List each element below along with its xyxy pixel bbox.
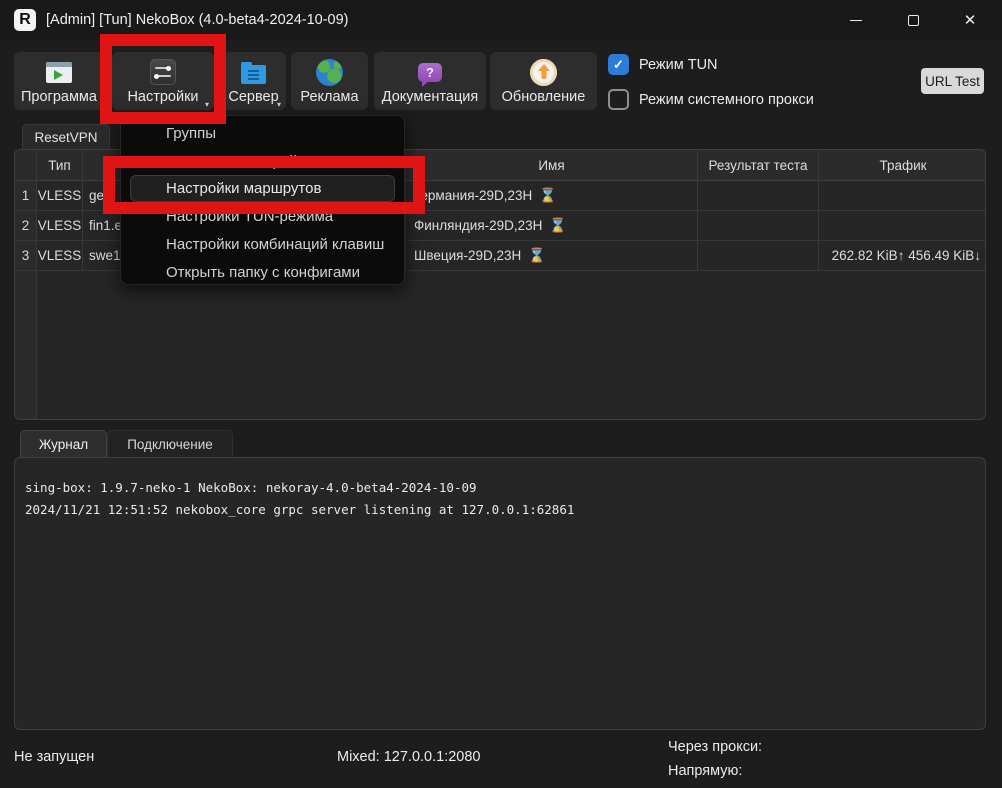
column-header-test-result[interactable]: Результат теста <box>698 150 819 180</box>
menu-item-hotkey-settings[interactable]: Настройки комбинаций клавиш <box>121 230 404 258</box>
checkbox-unchecked-icon[interactable] <box>608 89 629 110</box>
log-line: 2024/11/21 12:51:52 nekobox_core grpc se… <box>25 502 574 517</box>
chevron-down-icon: ▾ <box>205 100 209 109</box>
close-icon: ✕ <box>964 13 977 28</box>
cell-traffic <box>819 181 986 210</box>
menu-item-open-config-folder[interactable]: Открыть папку с конфигами <box>121 258 404 286</box>
maximize-button[interactable] <box>892 0 934 40</box>
tun-mode-label: Режим TUN <box>639 57 718 73</box>
hourglass-icon: ⌛ <box>539 187 556 204</box>
cell-name: Швеция-29D,23H⌛ <box>406 241 698 270</box>
log-panel[interactable]: sing-box: 1.9.7-neko-1 NekoBox: nekoray-… <box>14 457 986 730</box>
maximize-icon <box>908 15 919 26</box>
tab-connection[interactable]: Подключение <box>107 430 233 458</box>
group-tab-resetvpn[interactable]: ResetVPN <box>22 124 110 150</box>
toolbar-button-update[interactable]: Обновление <box>490 52 597 110</box>
tun-mode-toggle[interactable]: ✓ Режим TUN <box>608 54 718 75</box>
app-logo-icon: R <box>14 9 36 31</box>
status-inbound-address: Mixed: 127.0.0.1:2080 <box>337 749 481 765</box>
cell-test-result <box>698 181 819 210</box>
cell-traffic: 262.82 KiB↑ 456.49 KiB↓ <box>819 241 986 270</box>
app-window-icon <box>45 58 73 86</box>
cell-test-result <box>698 241 819 270</box>
toolbar-button-ads[interactable]: Реклама <box>291 52 368 110</box>
cell-traffic <box>819 211 986 240</box>
system-proxy-label: Режим системного прокси <box>639 92 814 108</box>
minimize-button[interactable] <box>835 0 877 40</box>
toolbar-button-label: Сервер <box>228 89 278 105</box>
checkbox-checked-icon[interactable]: ✓ <box>608 54 629 75</box>
cell-type: VLESS <box>37 241 83 270</box>
title-bar: R [Admin] [Tun] NekoBox (4.0-beta4-2024-… <box>0 0 1002 40</box>
chat-question-icon: ? <box>416 58 444 86</box>
toolbar-button-settings[interactable]: Настройки ▾ <box>112 52 214 110</box>
tab-journal[interactable]: Журнал <box>20 430 107 458</box>
toolbar-button-label: Обновление <box>502 89 586 105</box>
minimize-icon <box>850 20 862 21</box>
cell-type: VLESS <box>37 181 83 210</box>
globe-icon <box>316 58 344 86</box>
toolbar-button-server[interactable]: Сервер ▾ <box>221 52 286 110</box>
sliders-icon <box>149 58 177 86</box>
cell-name: Финляндия-29D,23H⌛ <box>406 211 698 240</box>
menu-item-basic-settings[interactable]: Основные настройки <box>121 147 404 175</box>
update-arrow-icon <box>530 58 558 86</box>
menu-item-groups[interactable]: Группы <box>121 119 404 147</box>
cell-type: VLESS <box>37 211 83 240</box>
toolbar-button-label: Программа <box>21 89 97 105</box>
column-header-name[interactable]: Имя <box>406 150 698 180</box>
hourglass-icon: ⌛ <box>528 247 545 264</box>
toolbar-button-label: Настройки <box>127 89 198 105</box>
cell-test-result <box>698 211 819 240</box>
system-proxy-toggle[interactable]: Режим системного прокси <box>608 89 814 110</box>
status-direct: Напрямую: <box>668 763 742 779</box>
menu-item-routing-settings[interactable]: Настройки маршрутов <box>130 175 395 202</box>
folder-icon <box>240 58 268 86</box>
cell-name: Германия-29D,23H⌛ <box>406 181 698 210</box>
log-line: sing-box: 1.9.7-neko-1 NekoBox: nekoray-… <box>25 480 477 495</box>
window-title: [Admin] [Tun] NekoBox (4.0-beta4-2024-10… <box>46 0 349 40</box>
status-run-state: Не запущен <box>14 749 94 765</box>
url-test-button[interactable]: URL Test <box>921 68 984 94</box>
column-header-traffic[interactable]: Трафик <box>819 150 986 180</box>
settings-dropdown-menu: Группы Основные настройки Настройки марш… <box>120 115 405 285</box>
toolbar-button-documentation[interactable]: ? Документация <box>374 52 486 110</box>
column-header-type[interactable]: Тип <box>37 150 83 180</box>
toolbar-button-program[interactable]: Программа <box>14 52 104 110</box>
hourglass-icon: ⌛ <box>549 217 566 234</box>
close-button[interactable]: ✕ <box>949 0 991 40</box>
status-via-proxy: Через прокси: <box>668 739 762 755</box>
toolbar-button-label: Документация <box>382 89 478 105</box>
toolbar-button-label: Реклама <box>300 89 358 105</box>
menu-item-tun-settings[interactable]: Настройки TUN-режима <box>121 202 404 230</box>
chevron-down-icon: ▾ <box>277 100 281 109</box>
